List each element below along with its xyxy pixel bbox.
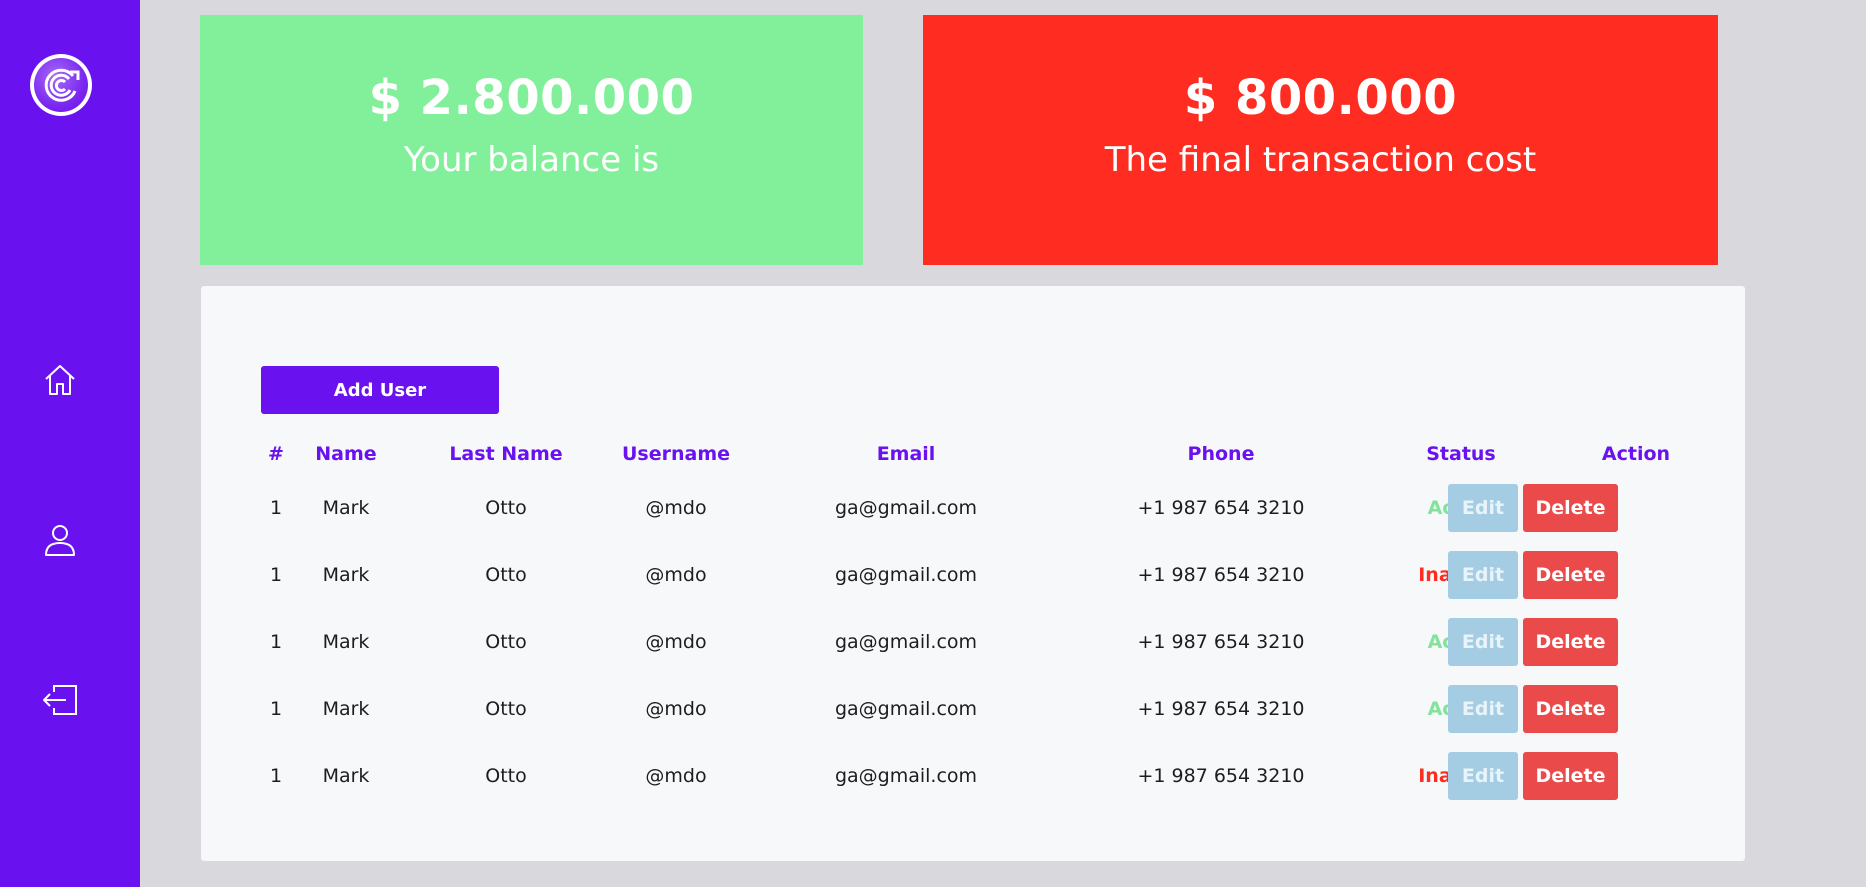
row-name: Mark — [322, 697, 370, 720]
table-row: 1 Mark Otto @mdo ga@gmail.com +1 987 654… — [201, 541, 1745, 608]
balance-amount: $ 2.800.000 — [368, 70, 695, 126]
row-last-name: Otto — [485, 496, 527, 519]
logo-swirl-icon — [44, 68, 80, 102]
delete-button[interactable]: Delete — [1523, 550, 1618, 599]
dashboard: $ 2.800.000 Your balance is $ 800.000 Th… — [0, 0, 1866, 887]
row-actions: Edit Delete — [1448, 675, 1618, 742]
transaction-cost-amount: $ 800.000 — [1183, 70, 1458, 126]
header-name: Name — [315, 443, 377, 465]
header-phone: Phone — [1187, 443, 1255, 465]
row-name: Mark — [322, 563, 370, 586]
edit-button[interactable]: Edit — [1448, 684, 1518, 733]
row-actions: Edit Delete — [1448, 608, 1618, 675]
home-icon[interactable] — [40, 360, 80, 400]
table-row: 1 Mark Otto @mdo ga@gmail.com +1 987 654… — [201, 675, 1745, 742]
table-header-row: # Name Last Name Username Email Phone St… — [201, 434, 1745, 474]
row-last-name: Otto — [485, 630, 527, 653]
transaction-cost-card: $ 800.000 The final transaction cost — [923, 15, 1718, 265]
header-username: Username — [621, 443, 731, 465]
row-email: ga@gmail.com — [834, 563, 978, 586]
row-name: Mark — [322, 630, 370, 653]
balance-caption: Your balance is — [403, 140, 660, 180]
row-actions: Edit Delete — [1448, 742, 1618, 809]
row-username: @mdo — [645, 496, 707, 519]
add-user-button[interactable]: Add User — [261, 366, 499, 414]
row-phone: +1 987 654 3210 — [1137, 697, 1305, 720]
logout-icon[interactable] — [40, 680, 80, 720]
row-email: ga@gmail.com — [834, 496, 978, 519]
users-table: # Name Last Name Username Email Phone St… — [201, 434, 1745, 809]
row-number: 1 — [269, 630, 283, 653]
row-phone: +1 987 654 3210 — [1137, 563, 1305, 586]
row-actions: Edit Delete — [1448, 541, 1618, 608]
transaction-cost-caption: The final transaction cost — [1104, 140, 1537, 180]
sidebar — [0, 0, 140, 887]
delete-button[interactable]: Delete — [1523, 684, 1618, 733]
user-icon[interactable] — [40, 520, 80, 560]
row-number: 1 — [269, 764, 283, 787]
edit-button[interactable]: Edit — [1448, 550, 1518, 599]
header-last-name: Last Name — [449, 443, 563, 465]
row-last-name: Otto — [485, 563, 527, 586]
row-number: 1 — [269, 697, 283, 720]
row-email: ga@gmail.com — [834, 697, 978, 720]
row-number: 1 — [269, 496, 283, 519]
row-last-name: Otto — [485, 764, 527, 787]
delete-button[interactable]: Delete — [1523, 751, 1618, 800]
row-name: Mark — [322, 764, 370, 787]
table-row: 1 Mark Otto @mdo ga@gmail.com +1 987 654… — [201, 608, 1745, 675]
row-phone: +1 987 654 3210 — [1137, 764, 1305, 787]
header-action: Action — [1601, 443, 1671, 465]
edit-button[interactable]: Edit — [1448, 751, 1518, 800]
row-name: Mark — [322, 496, 370, 519]
balance-card: $ 2.800.000 Your balance is — [200, 15, 863, 265]
header-email: Email — [876, 443, 936, 465]
row-number: 1 — [269, 563, 283, 586]
row-last-name: Otto — [485, 697, 527, 720]
delete-button[interactable]: Delete — [1523, 483, 1618, 532]
users-panel: Add User # Name Last Name Username Email… — [201, 286, 1745, 861]
row-email: ga@gmail.com — [834, 764, 978, 787]
row-actions: Edit Delete — [1448, 474, 1618, 541]
row-username: @mdo — [645, 630, 707, 653]
table-row: 1 Mark Otto @mdo ga@gmail.com +1 987 654… — [201, 474, 1745, 541]
row-username: @mdo — [645, 764, 707, 787]
edit-button[interactable]: Edit — [1448, 617, 1518, 666]
row-username: @mdo — [645, 697, 707, 720]
table-row: 1 Mark Otto @mdo ga@gmail.com +1 987 654… — [201, 742, 1745, 809]
app-logo-icon[interactable] — [30, 54, 92, 116]
header-number: # — [268, 443, 284, 465]
row-email: ga@gmail.com — [834, 630, 978, 653]
row-username: @mdo — [645, 563, 707, 586]
row-phone: +1 987 654 3210 — [1137, 630, 1305, 653]
delete-button[interactable]: Delete — [1523, 617, 1618, 666]
row-phone: +1 987 654 3210 — [1137, 496, 1305, 519]
logo-mark — [34, 58, 88, 112]
edit-button[interactable]: Edit — [1448, 483, 1518, 532]
